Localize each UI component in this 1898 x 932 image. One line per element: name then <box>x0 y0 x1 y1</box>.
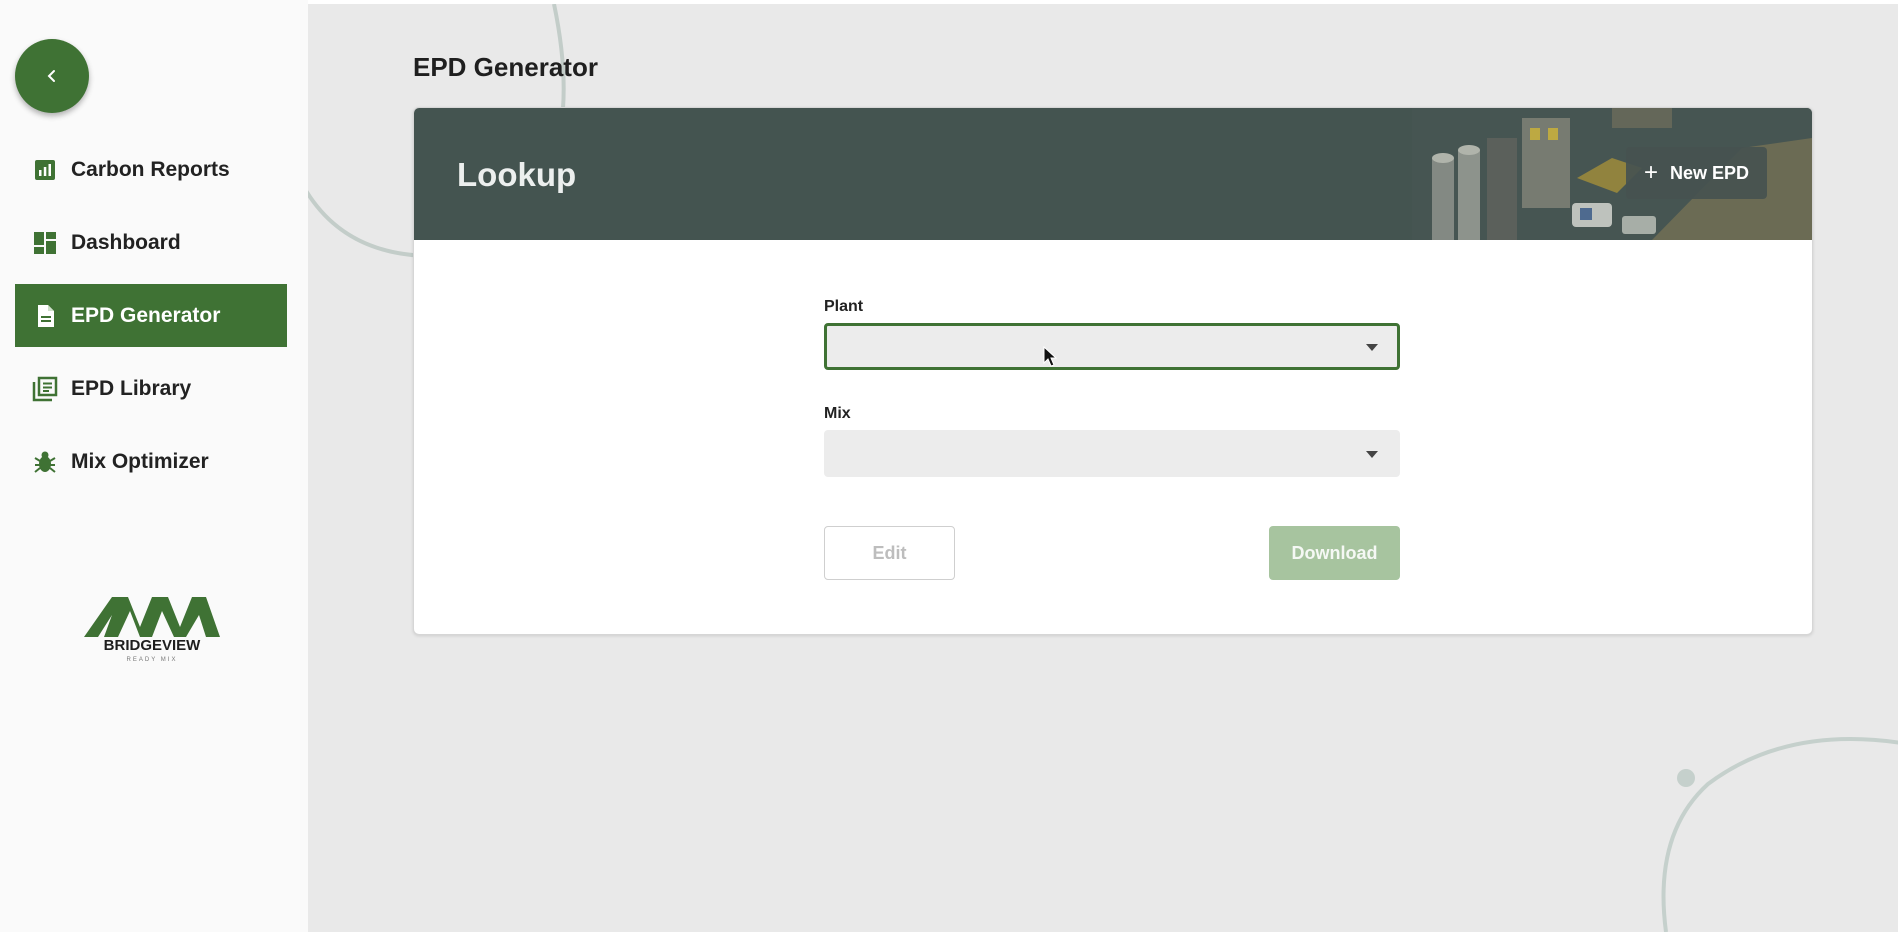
sidebar-item-label: Dashboard <box>71 230 181 254</box>
bug-icon <box>32 449 58 475</box>
sidebar-nav: Carbon Reports Dashboard EPD Generator E… <box>15 138 287 503</box>
lookup-card: Lookup + New EPD Plant Mix Edit Download <box>413 107 1813 635</box>
new-epd-button[interactable]: + New EPD <box>1625 147 1767 199</box>
mouse-cursor-icon <box>1043 346 1058 367</box>
card-header: Lookup + New EPD <box>414 108 1812 240</box>
action-row: Edit Download <box>824 526 1400 580</box>
svg-text:BRIDGEVIEW: BRIDGEVIEW <box>104 637 202 654</box>
sidebar-item-mix-optimizer[interactable]: Mix Optimizer <box>15 430 287 493</box>
sidebar-item-label: Carbon Reports <box>71 157 230 181</box>
sidebar-item-carbon-reports[interactable]: Carbon Reports <box>15 138 287 201</box>
lookup-form: Plant Mix Edit Download <box>824 298 1400 580</box>
sidebar-item-label: Mix Optimizer <box>71 449 209 473</box>
page-title: EPD Generator <box>413 52 598 82</box>
bridgeview-logo: BRIDGEVIEW READY MIX <box>78 593 226 665</box>
plant-select[interactable] <box>824 323 1400 370</box>
sidebar-item-label: EPD Library <box>71 376 192 400</box>
sidebar-item-epd-library[interactable]: EPD Library <box>15 357 287 420</box>
download-button[interactable]: Download <box>1269 526 1400 580</box>
mix-select[interactable] <box>824 430 1400 477</box>
svg-text:READY MIX: READY MIX <box>127 657 178 663</box>
collapse-sidebar-button[interactable] <box>15 39 89 113</box>
dashboard-icon <box>32 230 58 256</box>
card-title: Lookup <box>457 156 577 193</box>
main-content: EPD Generator Lookup + New EPD Plant Mix… <box>308 4 1898 932</box>
sidebar-item-label: EPD Generator <box>71 303 221 327</box>
sidebar-item-epd-generator[interactable]: EPD Generator <box>15 284 287 347</box>
chevron-left-icon <box>47 70 55 82</box>
sidebar: Carbon Reports Dashboard EPD Generator E… <box>0 0 308 932</box>
chevron-down-icon <box>1366 343 1378 351</box>
chevron-down-icon <box>1366 450 1378 458</box>
plant-label: Plant <box>824 298 864 315</box>
bar-chart-icon <box>32 157 58 183</box>
mix-label: Mix <box>824 405 851 422</box>
library-icon <box>32 376 58 402</box>
plus-icon: + <box>1643 159 1658 186</box>
edit-button[interactable]: Edit <box>824 526 955 580</box>
document-icon <box>32 303 58 329</box>
sidebar-item-dashboard[interactable]: Dashboard <box>15 211 287 274</box>
new-epd-label: New EPD <box>1669 162 1749 183</box>
